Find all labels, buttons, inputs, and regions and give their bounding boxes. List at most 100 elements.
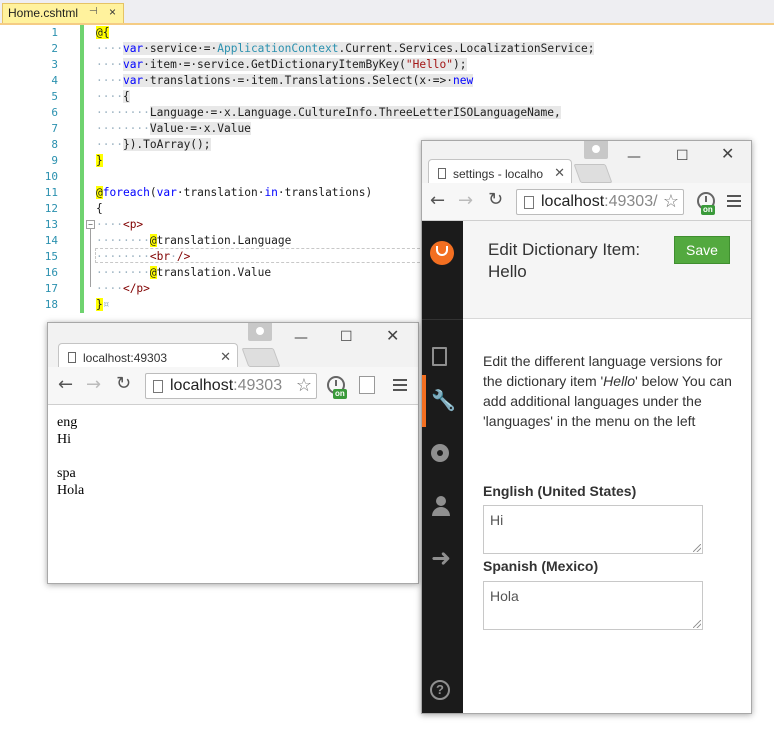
- back-arrow-icon[interactable]: ←: [58, 376, 73, 394]
- sidebar-divider: [422, 319, 463, 320]
- close-tab-icon[interactable]: ×: [109, 5, 116, 19]
- english-translation-field[interactable]: Hi: [483, 505, 703, 554]
- address-bar[interactable]: localhost:49303/ ☆: [516, 189, 684, 215]
- minimize-icon[interactable]: —: [627, 150, 641, 164]
- small-browser-toolbar: ← → ↻ localhost:49303 ☆ on: [48, 367, 418, 405]
- whitespace-marker: ····: [96, 218, 123, 231]
- forward-arrow-icon[interactable]: →: [458, 192, 473, 210]
- sidebar-item-members[interactable]: ➜: [422, 533, 463, 585]
- code-text: ·item·=·service.GetDictionaryItemByKey(: [143, 58, 406, 71]
- menu-icon[interactable]: [393, 379, 407, 394]
- line-number: 2: [51, 42, 58, 55]
- code-text: ·translations·=·item.Translations.Select…: [143, 74, 454, 87]
- gear-icon: [431, 444, 449, 462]
- close-tab-icon[interactable]: ✕: [554, 165, 565, 181]
- code-line-3[interactable]: ····var·item·=·service.GetDictionaryItem…: [96, 57, 467, 73]
- whitespace-marker: ····: [96, 138, 123, 151]
- reload-icon[interactable]: ↻: [116, 375, 131, 393]
- code-text: Value·=·x.Value: [149, 122, 251, 135]
- new-tab-button[interactable]: [241, 348, 281, 367]
- code-line-1[interactable]: @{: [96, 25, 110, 41]
- line-number: 18: [44, 298, 58, 311]
- code-line-17[interactable]: ····</p>: [96, 281, 150, 297]
- maximize-icon[interactable]: ☐: [676, 149, 689, 163]
- close-icon[interactable]: ✕: [386, 328, 399, 344]
- settings-browser-window: — ☐ ✕ settings - localho ✕ ← → ↻ localho…: [421, 140, 752, 714]
- code-keyword: in: [264, 186, 278, 199]
- razor-at: @: [149, 234, 157, 247]
- close-icon[interactable]: ✕: [721, 146, 734, 162]
- settings-browser-toolbar: ← → ↻ localhost:49303/ ☆ on: [422, 183, 751, 221]
- pin-icon[interactable]: ⊣: [89, 6, 98, 17]
- translation-value: Hi: [57, 432, 71, 447]
- save-button[interactable]: Save: [674, 236, 730, 264]
- menu-icon[interactable]: [727, 195, 741, 210]
- code-line-8[interactable]: ····}).ToArray();: [96, 137, 211, 153]
- extension-on-badge: on: [701, 205, 715, 215]
- umbraco-sidebar: 🔧 ➜ ?: [422, 221, 463, 713]
- forward-arrow-icon[interactable]: →: [86, 376, 101, 394]
- code-line-16[interactable]: ········@translation.Value: [96, 265, 271, 281]
- back-arrow-icon[interactable]: ←: [430, 192, 445, 210]
- code-line-15[interactable]: ········<br·/>: [96, 249, 190, 265]
- editor-tab-home-cshtml[interactable]: Home.cshtml ⊣ ×: [2, 3, 124, 23]
- code-line-4[interactable]: ····var·translations·=·item.Translations…: [96, 73, 474, 89]
- reload-icon[interactable]: ↻: [488, 191, 503, 209]
- field-label-spanish: Spanish (Mexico): [483, 558, 599, 574]
- code-line-2[interactable]: ····var·service·=·ApplicationContext.Cur…: [96, 41, 595, 57]
- help-icon[interactable]: ?: [430, 680, 450, 700]
- new-tab-button[interactable]: [573, 164, 613, 183]
- profile-icon[interactable]: [248, 323, 272, 341]
- maximize-icon[interactable]: ☐: [340, 330, 353, 344]
- minimize-icon[interactable]: —: [294, 331, 308, 345]
- page-icon: [438, 168, 446, 179]
- html-tag: <br: [149, 250, 171, 263]
- code-line-13[interactable]: ····<p>: [96, 217, 143, 233]
- small-browser-tab[interactable]: localhost:49303 ✕: [58, 343, 238, 368]
- resize-handle[interactable]: [693, 620, 701, 628]
- code-line-18[interactable]: }¤: [96, 297, 110, 313]
- code-line-9[interactable]: }: [96, 153, 103, 169]
- field-value: Hi: [490, 512, 504, 528]
- razor-block-open: @{: [96, 26, 110, 39]
- code-line-14[interactable]: ········@translation.Language: [96, 233, 291, 249]
- line-number: 4: [51, 74, 58, 87]
- code-keyword: var: [122, 58, 144, 71]
- address-bar[interactable]: localhost:49303 ☆: [145, 373, 317, 399]
- whitespace-marker: ····: [96, 282, 123, 295]
- whitespace-marker: ········: [96, 250, 150, 263]
- resize-handle[interactable]: [693, 544, 701, 552]
- extension-icon[interactable]: [359, 376, 375, 394]
- close-tab-icon[interactable]: ✕: [220, 349, 231, 365]
- star-icon[interactable]: ☆: [296, 375, 312, 396]
- settings-browser-titlebar[interactable]: — ☐ ✕ settings - localho ✕: [422, 141, 751, 184]
- spanish-translation-field[interactable]: Hola: [483, 581, 703, 630]
- profile-icon[interactable]: [584, 141, 608, 159]
- extension-on-badge: on: [333, 389, 347, 399]
- small-browser-titlebar[interactable]: — ☐ ✕ localhost:49303 ✕: [48, 323, 418, 368]
- settings-browser-tab[interactable]: settings - localho ✕: [428, 159, 572, 184]
- outline-collapse-toggle[interactable]: −: [86, 220, 95, 229]
- umbraco-logo-icon[interactable]: [430, 241, 454, 265]
- sidebar-item-developer[interactable]: [422, 429, 463, 481]
- line-number: 15: [44, 250, 58, 263]
- translation-value: Hola: [57, 483, 85, 498]
- language-code: spa: [57, 466, 76, 481]
- code-line-7[interactable]: ········Value·=·x.Value: [96, 121, 251, 137]
- code-text: );: [453, 58, 467, 71]
- sidebar-item-users[interactable]: [422, 481, 463, 533]
- line-number: 17: [44, 282, 58, 295]
- sidebar-item-content[interactable]: [422, 321, 463, 377]
- code-line-11[interactable]: @foreach(var·translation·in·translations…: [96, 185, 372, 201]
- code-line-6[interactable]: ········Language·=·x.Language.CultureInf…: [96, 105, 561, 121]
- line-number: 9: [51, 154, 58, 167]
- page-title: Edit Dictionary Item: Hello: [488, 240, 641, 281]
- code-line-12[interactable]: {: [96, 201, 103, 217]
- editor-tab-label: Home.cshtml: [8, 6, 79, 20]
- code-keyword: var: [122, 74, 144, 87]
- code-keyword: var: [156, 186, 177, 199]
- whitespace-marker: ····: [96, 74, 123, 87]
- sidebar-item-settings[interactable]: 🔧: [422, 377, 463, 429]
- code-line-5[interactable]: ····{: [96, 89, 130, 105]
- star-icon[interactable]: ☆: [663, 191, 679, 212]
